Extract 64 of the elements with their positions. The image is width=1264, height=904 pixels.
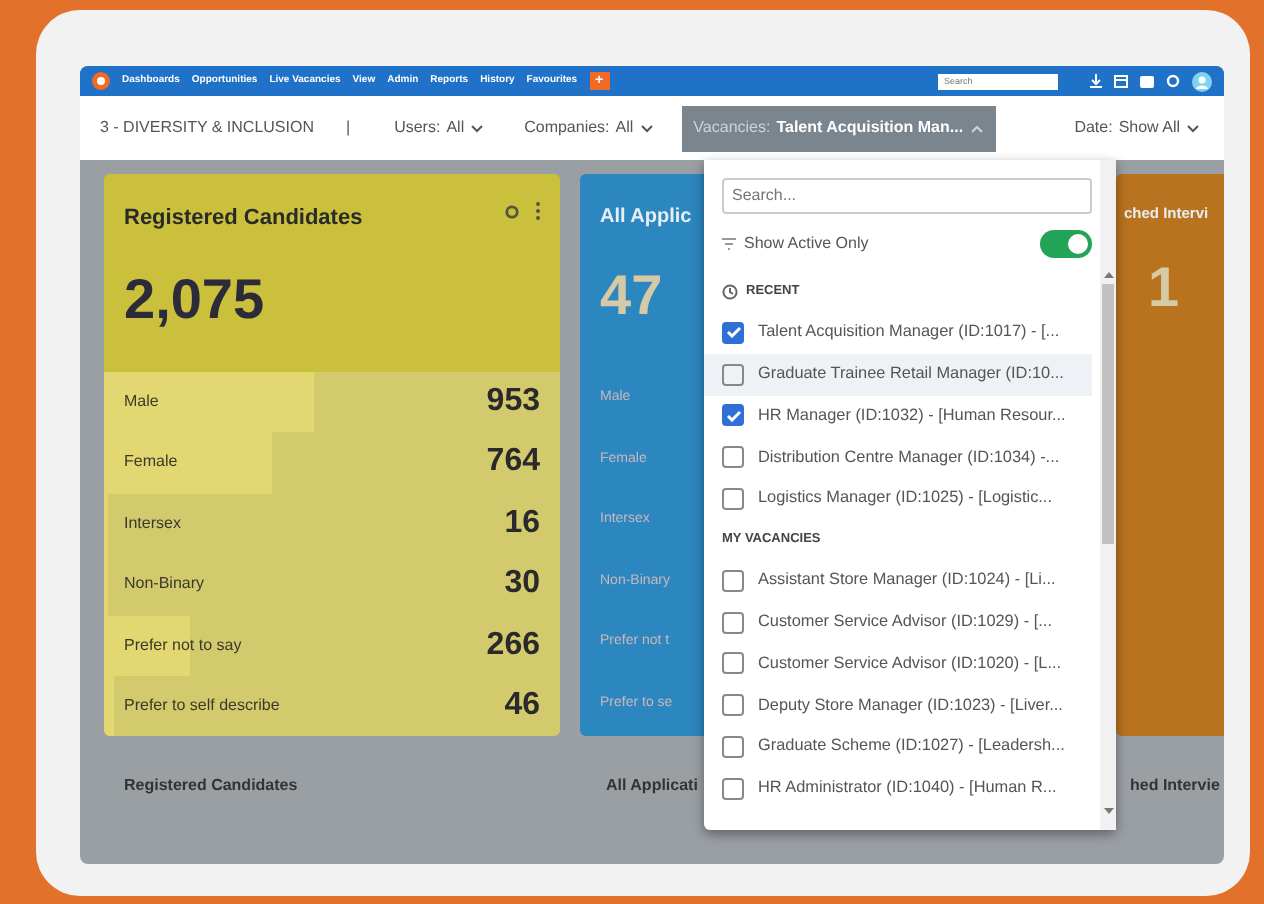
row-label: Non-Binary [124,572,205,597]
row-label: Female [124,450,178,475]
vacancy-option[interactable]: Graduate Scheme (ID:1027) - [Leadersh... [704,726,1092,768]
checkbox[interactable] [722,736,744,759]
vacancy-option[interactable]: HR Administrator (ID:1040) - [Human R... [704,767,1092,810]
caret-icon [969,123,984,133]
row-value: 266 [486,625,540,666]
row-value: 30 [504,564,540,605]
vacancy-option[interactable]: Talent Acquisition Manager (ID:1017) - [... [704,312,1092,354]
report-title: 3 - DIVERSITY & INCLUSION [100,116,314,140]
scroll-up-icon[interactable] [1103,272,1113,278]
checkbox[interactable] [722,569,744,592]
filter-dropdown[interactable]: Users: All [382,108,497,148]
checkbox[interactable] [722,694,744,717]
vacancy-option[interactable]: HR Manager (ID:1032) - [Human Resour... [704,395,1092,437]
checkbox[interactable] [722,488,744,511]
search-field[interactable]: Search... [722,177,1092,213]
footer-label: Registered Candidates [124,774,300,798]
checkbox[interactable] [722,404,744,427]
total-count: 2,075 [122,265,267,333]
checkbox[interactable] [722,777,744,800]
total-count: 1 [1146,254,1182,323]
row-label: Male [124,389,159,414]
row-value: 764 [486,442,540,483]
checkbox[interactable] [722,611,744,634]
calendar-icon[interactable] [1114,74,1128,88]
footer-label: hed Intervie [1130,774,1220,798]
history-icon [722,284,738,300]
avatar-icon[interactable] [1192,71,1212,91]
row-label: Intersex [124,511,181,536]
checkbox[interactable] [722,446,744,469]
filter-dropdown[interactable]: Vacancies: Talent Acquisition Man... [681,105,996,151]
vacancy-option[interactable]: Graduate Trainee Retail Manager (ID:10... [704,353,1092,396]
total-count: 47 [598,262,665,330]
vacancy-option[interactable]: Logistics Manager (ID:1025) - [Logistic... [704,478,1092,520]
filter-dropdown[interactable]: Date: Show All [1062,108,1212,148]
row-value: 953 [486,381,540,422]
caret-icon [470,123,485,133]
vacancy-option[interactable]: Assistant Store Manager (ID:1024) - [Li... [704,559,1092,602]
vacancy-option[interactable]: Customer Service Advisor (ID:1020) - [L... [704,643,1092,685]
vacancy-option[interactable]: Deputy Store Manager (ID:1023) - [Liver... [704,684,1092,727]
scroll-down-icon[interactable] [1103,808,1113,814]
card-title: All Applic [600,204,692,232]
row-value: 16 [504,503,540,544]
toggle-switch[interactable] [1040,230,1092,258]
filter-dropdown[interactable]: Companies: All [512,108,666,148]
card-title: Registered Candidates [124,204,363,234]
checkbox[interactable] [722,321,744,344]
separator: | [346,116,351,140]
download-icon[interactable] [1090,74,1102,88]
vacancy-option[interactable]: Customer Service Advisor (ID:1029) - [... [704,601,1092,644]
row-label: Prefer not to say [124,633,242,658]
vacancy-option[interactable]: Distribution Centre Manager (ID:1034) -... [704,436,1092,479]
checkbox[interactable] [722,363,744,386]
logo-icon[interactable] [92,72,110,90]
scrollbar[interactable] [1100,160,1116,830]
caret-icon [639,123,654,133]
toggle-label: Show Active Only [744,232,869,256]
row-value: 46 [504,686,540,727]
row-label: Prefer to self describe [124,694,280,719]
footer-label: All Applicati [606,774,700,798]
checkbox[interactable] [722,652,744,675]
filter-icon [722,238,736,250]
caret-icon [1186,123,1200,133]
